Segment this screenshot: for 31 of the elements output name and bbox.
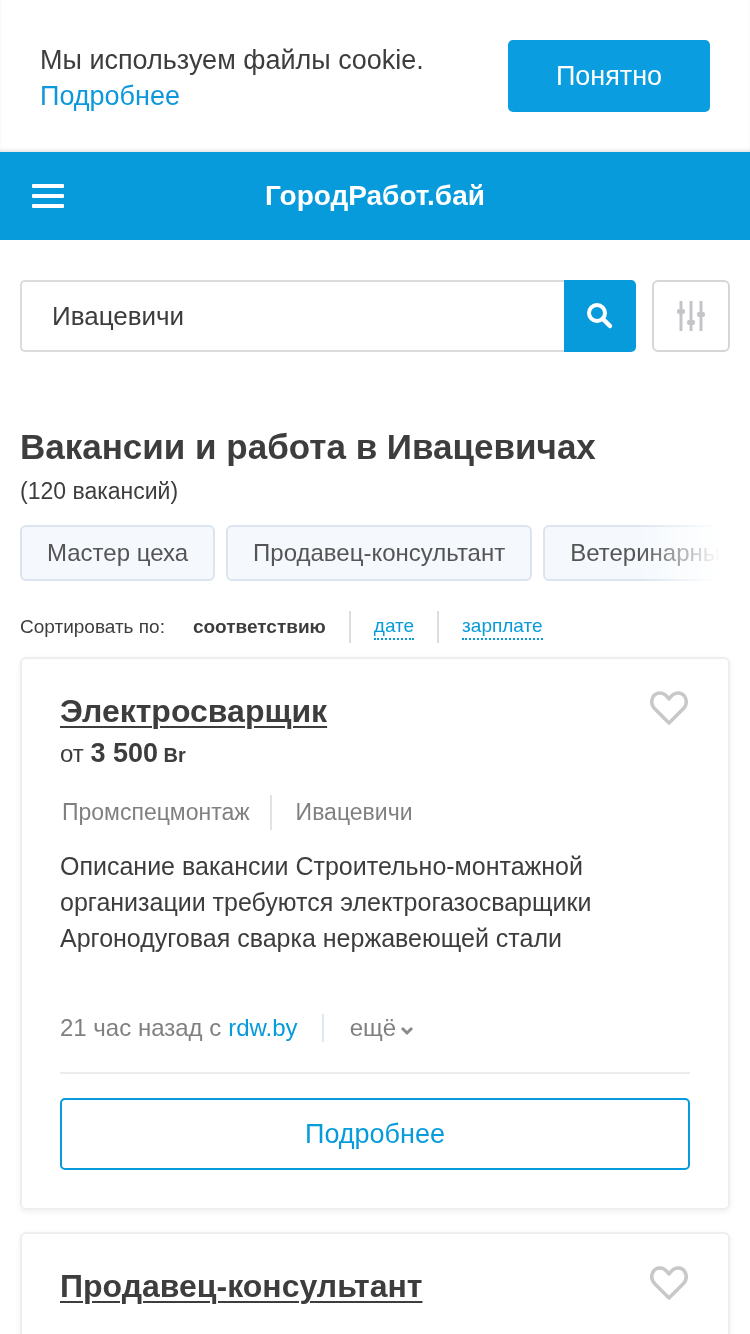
vacancy-description: Описание вакансии Строительно-монтажной организации требуются электрогазосварщики Аргонодуговая сварка нержавеющей стали <box>60 851 593 954</box>
heart-icon[interactable] <box>648 1264 690 1302</box>
vacancy-title-link[interactable]: Электросварщик <box>60 693 328 730</box>
details-button[interactable]: Подробнее <box>60 1098 690 1170</box>
search-field[interactable]: Ивацевичи <box>20 280 564 352</box>
company-name: Промспецмонтаж <box>61 798 251 827</box>
accept-button[interactable]: Понятно <box>508 40 710 112</box>
cookie-notice-text: Мы используем файлы cookie. <box>40 44 424 77</box>
source-link[interactable]: rdw.by <box>228 1014 324 1042</box>
tag-chip[interactable]: Продавец-консультант <box>226 525 533 581</box>
site-logo[interactable]: ГородРабот.бай <box>265 180 485 212</box>
tag-chip[interactable]: Мастер цеха <box>20 525 216 581</box>
search-icon <box>585 301 615 331</box>
sort-option[interactable]: зарплате <box>462 614 543 640</box>
search-button[interactable] <box>564 280 636 352</box>
vacancy-count: (120 вакансий) <box>20 478 180 505</box>
sort-option[interactable]: соответствию <box>192 615 326 639</box>
sliders-icon <box>677 299 705 333</box>
chevron-icon <box>400 1026 415 1036</box>
more-toggle[interactable]: ещё <box>349 1014 415 1042</box>
posted-time: 21 час назад с <box>60 1014 222 1042</box>
sort-option[interactable]: дате <box>373 614 415 640</box>
vacancy-title-link[interactable]: Продавец-консультант <box>60 1268 423 1305</box>
salary-text: от 3 500 Br <box>60 738 187 769</box>
city-name: Ивацевичи <box>269 795 413 830</box>
heart-icon[interactable] <box>648 689 690 727</box>
filter-button[interactable] <box>652 280 730 352</box>
sort-label: Сортировать по: <box>20 616 165 638</box>
menu-icon[interactable] <box>32 183 64 209</box>
page-heading: Вакансии и работа в Ивацевичах <box>20 426 597 468</box>
more-link[interactable]: Подробнее <box>40 78 181 114</box>
